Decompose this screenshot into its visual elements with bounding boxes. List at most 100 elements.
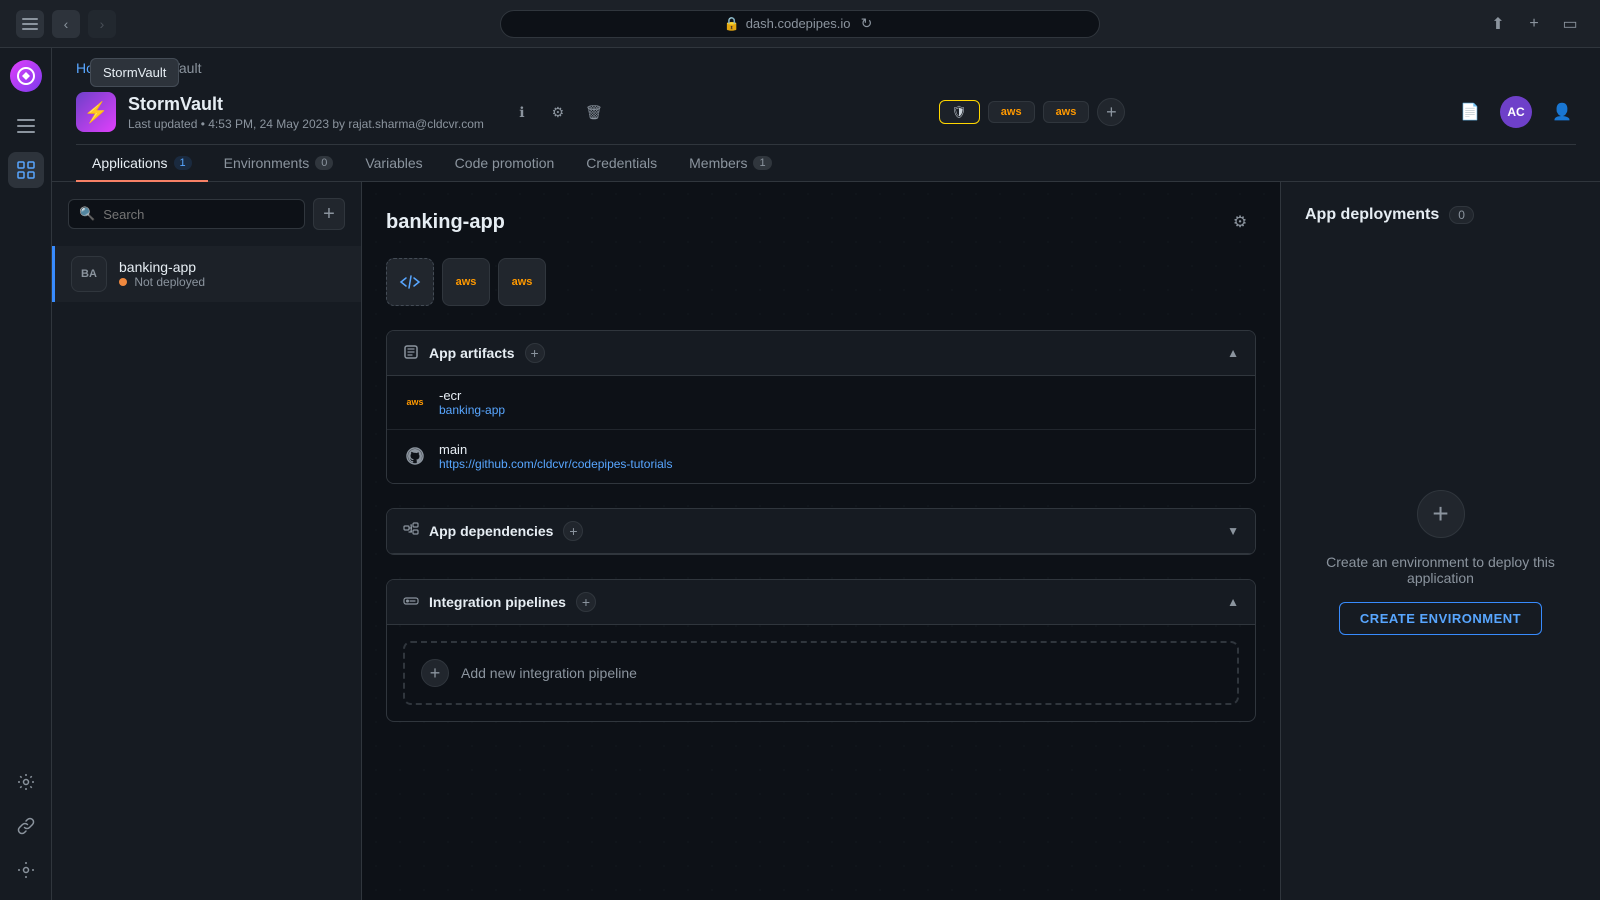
nav-bottom-settings-icon[interactable]	[8, 852, 44, 888]
aws-label-2: aws	[512, 276, 533, 288]
dependencies-add-btn[interactable]: +	[563, 521, 583, 541]
project-header: ⚡ StormVault Last updated • 4:53 PM, 24 …	[76, 84, 1576, 144]
stormvault-tooltip: StormVault	[90, 58, 179, 87]
share-btn[interactable]: ⬆	[1484, 10, 1512, 38]
add-pipeline-box[interactable]: + Add new integration pipeline	[403, 641, 1239, 705]
more-btn[interactable]: ▭	[1556, 10, 1584, 38]
artifacts-add-btn[interactable]: +	[525, 343, 545, 363]
url-text: dash.codepipes.io	[746, 16, 851, 31]
forward-btn[interactable]: ›	[88, 10, 116, 38]
search-box[interactable]: 🔍	[68, 199, 305, 229]
status-dot	[119, 278, 127, 286]
create-environment-btn[interactable]: CREATE ENVIRONMENT	[1339, 602, 1542, 635]
pipelines-title: Integration pipelines	[429, 594, 566, 610]
app-icon-code[interactable]	[386, 258, 434, 306]
pipelines-section-header[interactable]: Integration pipelines + ▲	[387, 580, 1255, 625]
status-text: Not deployed	[134, 275, 205, 289]
artifacts-section-header[interactable]: App artifacts + ▲	[387, 331, 1255, 376]
aws-badge-2[interactable]: aws	[1043, 101, 1090, 123]
tab-variables-label: Variables	[365, 155, 422, 171]
nav-menu-icon[interactable]	[8, 108, 44, 144]
app-title: banking-app	[386, 211, 505, 234]
app-settings-btn[interactable]: ⚙	[1224, 206, 1256, 238]
sidebar-toggle-btn[interactable]	[16, 10, 44, 38]
tooltip-text: StormVault	[103, 65, 166, 80]
left-nav	[0, 48, 52, 900]
app-layout: Home / StormVault ⚡ StormVault Last upda…	[0, 48, 1600, 900]
aws-badge-1[interactable]: aws	[988, 101, 1035, 123]
app-title-row: banking-app ⚙	[386, 206, 1256, 238]
aws-label-1: aws	[456, 276, 477, 288]
tab-members-badge: 1	[753, 156, 771, 170]
reload-btn[interactable]: ↻	[857, 14, 877, 34]
artifacts-chevron: ▲	[1227, 346, 1239, 360]
project-info: StormVault Last updated • 4:53 PM, 24 Ma…	[128, 94, 484, 131]
tab-environments[interactable]: Environments 0	[208, 145, 350, 181]
env-badges: 🛡 aws aws +	[939, 98, 1126, 126]
apps-sidebar: 🔍 + BA banking-app Not deployed	[52, 182, 362, 900]
pipelines-icon	[403, 593, 419, 612]
shield-icon: 🛡	[952, 105, 967, 119]
dependencies-icon	[403, 522, 419, 541]
app-list-item[interactable]: BA banking-app Not deployed	[52, 246, 361, 302]
project-name: StormVault	[128, 94, 484, 115]
nav-apps-icon[interactable]	[8, 152, 44, 188]
artifact-aws-icon: aws	[403, 390, 427, 414]
pipelines-add-btn[interactable]: +	[576, 592, 596, 612]
artifact-github-info: main https://github.com/cldcvr/codepipes…	[439, 442, 672, 471]
project-avatar: ⚡	[76, 92, 116, 132]
tab-environments-label: Environments	[224, 155, 310, 171]
artifact-item-ecr: aws -ecr banking-app	[387, 376, 1255, 430]
artifacts-icon	[403, 344, 419, 363]
artifacts-header-left: App artifacts +	[403, 343, 1227, 363]
artifacts-body: aws -ecr banking-app	[387, 376, 1255, 483]
shield-badge[interactable]: 🛡	[939, 100, 980, 124]
add-app-btn[interactable]: +	[313, 198, 345, 230]
tab-members-label: Members	[689, 155, 747, 171]
nav-logo[interactable]	[10, 60, 42, 92]
browser-right-controls: ⬆ + ▭	[1484, 10, 1584, 38]
tab-applications[interactable]: Applications 1	[76, 145, 208, 181]
add-pipeline-btn[interactable]: +	[421, 659, 449, 687]
search-icon: 🔍	[79, 206, 95, 222]
right-panel: App deployments 0 + Create an environmen…	[1280, 182, 1600, 900]
app-icon-aws-2[interactable]: aws	[498, 258, 546, 306]
app-header: Home / StormVault ⚡ StormVault Last upda…	[52, 48, 1600, 182]
delete-btn[interactable]: 🗑	[580, 98, 608, 126]
tabs: Applications 1 Environments 0 Variables …	[76, 144, 1576, 181]
tab-variables[interactable]: Variables	[349, 145, 438, 181]
sidebar-search: 🔍 +	[52, 182, 361, 246]
nav-link-icon[interactable]	[8, 808, 44, 844]
create-env-plus-btn[interactable]: +	[1417, 490, 1465, 538]
tab-code-promotion[interactable]: Code promotion	[439, 145, 571, 181]
back-btn[interactable]: ‹	[52, 10, 80, 38]
deployments-count: 0	[1449, 206, 1474, 224]
search-input[interactable]	[103, 207, 294, 222]
create-env-area: + Create an environment to deploy this a…	[1305, 248, 1576, 876]
new-tab-btn[interactable]: +	[1520, 10, 1548, 38]
add-env-btn[interactable]: +	[1097, 98, 1125, 126]
tab-credentials[interactable]: Credentials	[570, 145, 673, 181]
dependencies-section-header[interactable]: App dependencies + ▼	[387, 509, 1255, 554]
notifications-btn[interactable]: 📄	[1456, 98, 1484, 126]
artifact-github-name: main	[439, 442, 672, 457]
add-pipeline-label: Add new integration pipeline	[461, 665, 637, 681]
create-env-text: Create an environment to deploy this app…	[1305, 554, 1576, 586]
tab-credentials-label: Credentials	[586, 155, 657, 171]
user-menu-btn[interactable]: 👤	[1548, 98, 1576, 126]
info-btn[interactable]: ℹ	[508, 98, 536, 126]
tab-members[interactable]: Members 1	[673, 145, 787, 181]
deployments-title: App deployments	[1305, 206, 1439, 224]
user-avatar[interactable]: AC	[1500, 96, 1532, 128]
tab-applications-label: Applications	[92, 155, 168, 171]
edit-btn[interactable]: ⚙	[544, 98, 572, 126]
dependencies-title: App dependencies	[429, 523, 553, 539]
nav-settings-icon[interactable]	[8, 764, 44, 800]
deployments-header: App deployments 0	[1305, 206, 1576, 224]
app-dependencies-section: App dependencies + ▼	[386, 508, 1256, 555]
artifact-ecr-name: -ecr	[439, 388, 505, 403]
breadcrumb: Home / StormVault	[76, 48, 1576, 84]
app-icon-row: aws aws	[386, 258, 1256, 306]
artifacts-title: App artifacts	[429, 345, 515, 361]
app-icon-aws-1[interactable]: aws	[442, 258, 490, 306]
